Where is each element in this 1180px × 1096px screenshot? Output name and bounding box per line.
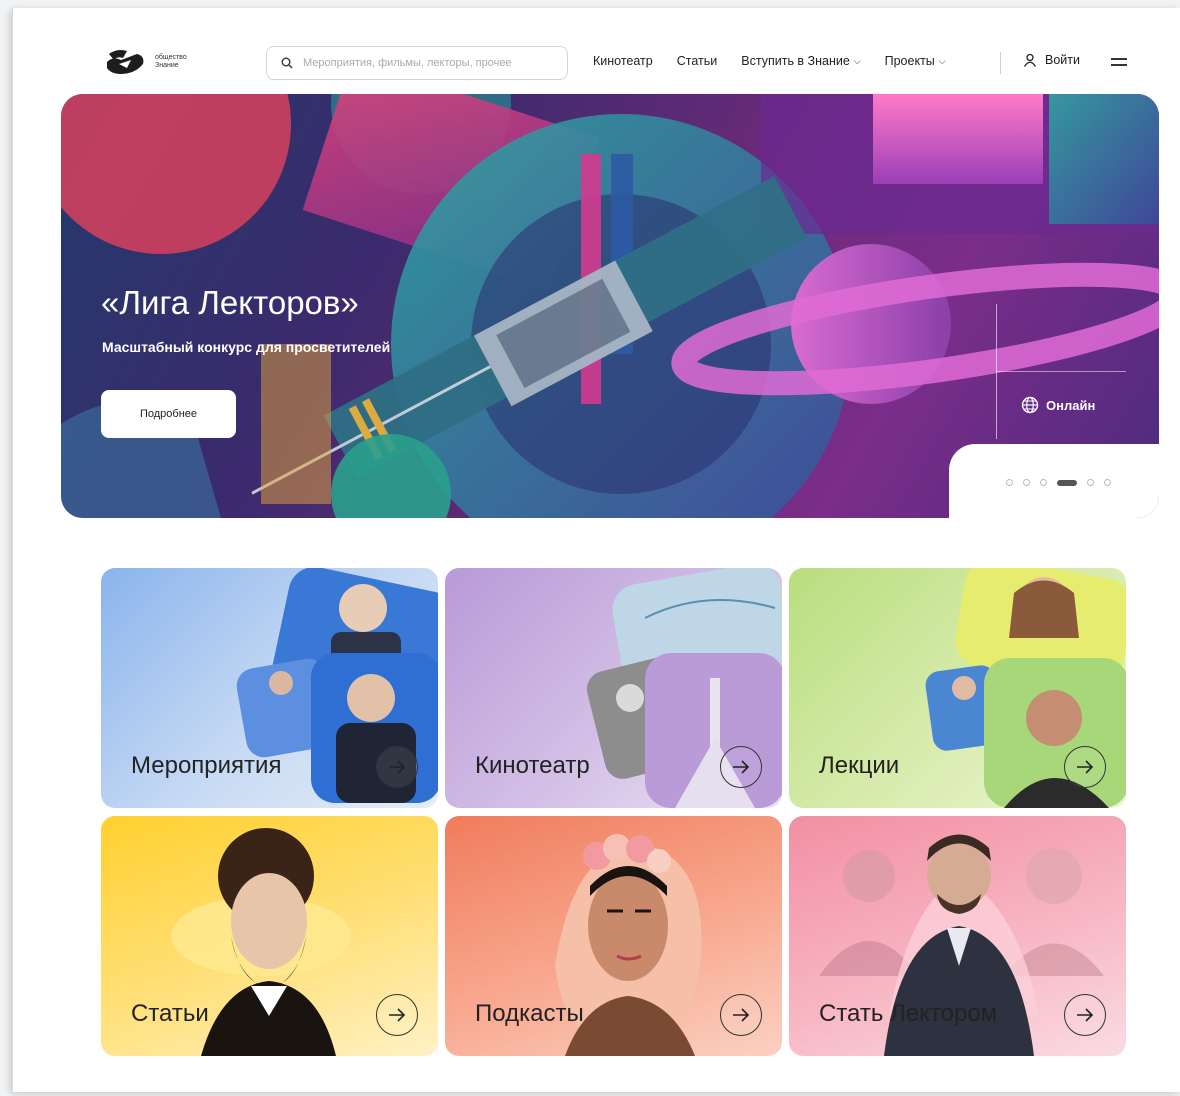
card-label: Подкасты [475, 1000, 584, 1027]
nav-item-join[interactable]: Вступить в Знание ⌵ [741, 54, 860, 68]
carousel-dot[interactable] [1006, 479, 1013, 486]
nav-item-articles[interactable]: Статьи [677, 54, 718, 68]
header-divider [1000, 52, 1001, 74]
nav-item-cinema[interactable]: Кинотеатр [593, 54, 653, 68]
card-label: Мероприятия [131, 752, 282, 779]
card-label: Лекции [819, 752, 900, 779]
format-badge: Онлайн [1021, 396, 1095, 414]
search-icon [281, 57, 293, 69]
nav-item-label: Кинотеатр [593, 54, 653, 68]
user-icon [1023, 53, 1037, 67]
card-podcasts[interactable]: Подкасты [445, 816, 782, 1056]
card-label: Кинотеатр [475, 752, 590, 779]
card-articles[interactable]: Статьи [101, 816, 438, 1056]
globe-icon [1021, 396, 1039, 414]
arrow-right-icon[interactable] [1064, 746, 1106, 788]
category-grid: Мероприятия Кинотеатр Лекции Статьи Подк… [101, 568, 1127, 1056]
hero-title: «Лига Лекторов» [101, 284, 359, 321]
carousel-dots [1006, 479, 1111, 486]
carousel-dot[interactable] [1087, 479, 1094, 486]
search-box[interactable] [266, 46, 568, 80]
burger-menu-icon[interactable] [1111, 58, 1127, 70]
arrow-right-icon[interactable] [1064, 994, 1106, 1036]
nav-item-label: Вступить в Знание [741, 54, 850, 68]
login-button[interactable]: Войти [1023, 53, 1080, 67]
carousel-dot[interactable] [1023, 479, 1030, 486]
carousel-dot[interactable] [1040, 479, 1047, 486]
search-input[interactable] [303, 57, 543, 69]
nav-item-label: Статьи [676, 54, 718, 68]
card-label: Стать Лектором [819, 1000, 998, 1027]
logo-icon [107, 50, 144, 74]
logo-text: общество Знание [155, 54, 187, 70]
arrow-right-icon[interactable] [720, 746, 762, 788]
hero-banner[interactable]: «Лига Лекторов» Масштабный конкурс для п… [61, 94, 1159, 518]
arrow-right-icon[interactable] [376, 994, 418, 1036]
arrow-right-icon[interactable] [720, 994, 762, 1036]
card-events[interactable]: Мероприятия [101, 568, 438, 808]
card-become-lecturer[interactable]: Стать Лектором [789, 816, 1126, 1056]
logo[interactable]: общество Знание [105, 48, 187, 76]
logo-text-line2: Знание [155, 62, 179, 69]
logo-text-line1: общество [155, 54, 187, 61]
carousel-dot[interactable] [1104, 479, 1111, 486]
hero-details-button[interactable]: Подробнее [101, 390, 236, 438]
hero-subtitle: Масштабный конкурс для просветителей [102, 339, 391, 355]
format-label: Онлайн [1046, 397, 1096, 413]
card-cinema[interactable]: Кинотеатр [445, 568, 782, 808]
nav-item-label: Проекты [884, 54, 935, 68]
hero-divider-horizontal [996, 371, 1126, 372]
arrow-right-icon[interactable] [376, 746, 418, 788]
main-nav: Кинотеатр Статьи Вступить в Знание ⌵ Про… [593, 54, 946, 68]
login-label: Войти [1045, 53, 1080, 67]
card-lectures[interactable]: Лекции [789, 568, 1126, 808]
card-label: Статьи [131, 1000, 209, 1027]
chevron-down-icon: ⌵ [853, 55, 861, 66]
site-header: общество Знание Кинотеатр Статьи Вступит… [13, 46, 1180, 86]
browser-page: общество Знание Кинотеатр Статьи Вступит… [12, 8, 1180, 1092]
nav-item-projects[interactable]: Проекты ⌵ [885, 54, 946, 68]
carousel-dot-active[interactable] [1057, 479, 1077, 486]
chevron-down-icon: ⌵ [938, 55, 946, 66]
